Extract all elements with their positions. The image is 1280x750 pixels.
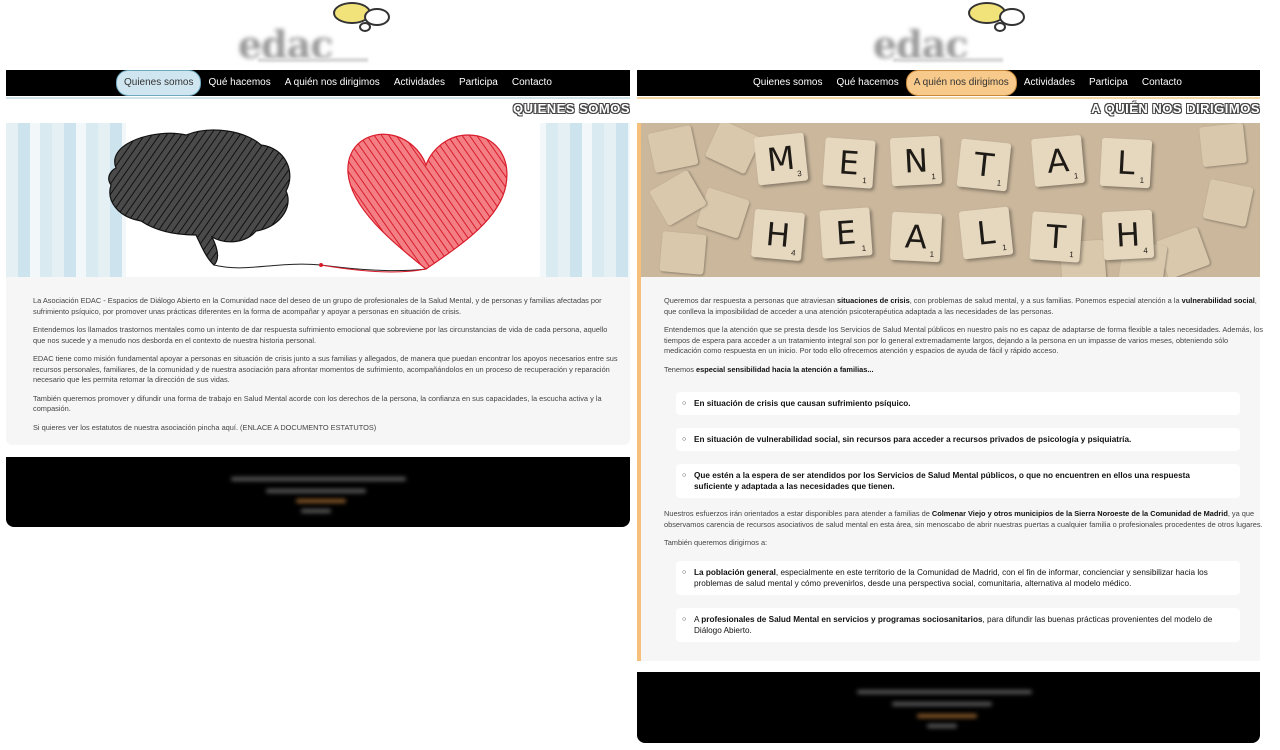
nav-divider [6,97,630,99]
scrabble-tiles-background [641,123,1260,277]
nav-list: Quienes somos Qué hacemos A quién nos di… [746,70,1189,96]
main-navigation: Quienes somos Qué hacemos A quién nos di… [6,70,630,96]
nav-list: Quienes somos Qué hacemos A quién nos di… [116,70,559,96]
paragraph-families: Tenemos especial sensibilidad hacia la a… [664,364,874,374]
list-item: La población general, especialmente en e… [676,561,1240,595]
footer-blurred [6,457,630,527]
about-text: La Asociación EDAC - Espacios de Diálogo… [33,296,618,441]
paragraph-also-address: También queremos dirigirnos a: [664,538,768,547]
brain-heart-illustration [108,129,508,273]
list-item: Que estén a la espera de ser atendidos p… [676,464,1240,498]
footer-blurred [637,672,1260,743]
list-item: A profesionales de Salud Mental en servi… [676,608,1240,642]
content-card: La Asociación EDAC - Espacios de Diálogo… [6,123,630,445]
nav-contacto[interactable]: Contacto [505,70,559,96]
paragraph-crisis: Queremos dar respuesta a personas que at… [664,296,1257,316]
nav-que-hacemos[interactable]: Qué hacemos [201,70,277,96]
nav-que-hacemos[interactable]: Qué hacemos [829,70,905,96]
nav-contacto[interactable]: Contacto [1135,70,1189,96]
thought-bubble-tiny-icon [994,22,1006,32]
nav-participa[interactable]: Participa [1082,70,1135,96]
intro-text: Queremos dar respuesta a personas que at… [664,296,1264,383]
list-item: En situación de vulnerabilidad social, s… [676,428,1240,451]
page-title: QUIENES SOMOS [512,101,630,116]
nav-quienes-somos[interactable]: Quienes somos [746,70,829,96]
nav-a-quien-nos-dirigimos[interactable]: A quién nos dirigimos [278,70,387,96]
about-paragraph-1: La Asociación EDAC - Espacios de Diálogo… [33,296,602,316]
edac-logo[interactable]: edac [238,2,408,67]
paragraph-area: Nuestros esfuerzos irán orientados a est… [664,509,1263,529]
thought-bubble-tiny-icon [359,22,371,32]
edac-logo[interactable]: edac [873,2,1043,67]
brain-icon [108,129,291,266]
about-paragraph-2: Entendemos los llamados trastornos menta… [33,325,608,345]
logo-tagline-blurred [893,58,1003,62]
logo-tagline-blurred [258,58,368,62]
nav-actividades[interactable]: Actividades [387,70,452,96]
about-paragraph-3: EDAC tiene como misión fundamental apoya… [33,354,618,384]
list-item: En situación de crisis que causan sufrim… [676,392,1240,415]
statutes-link-paragraph[interactable]: Si quieres ver los estatutos de nuestra … [33,423,618,434]
nav-a-quien-nos-dirigimos[interactable]: A quién nos dirigimos [905,70,1017,96]
heart-icon [347,133,508,270]
mental-health-banner: M3 E1 N1 T1 A1 L1 H4 E1 A1 L1 T1 H4 [641,123,1260,277]
content-card: M3 E1 N1 T1 A1 L1 H4 E1 A1 L1 T1 H4 Quer… [637,123,1263,661]
page-title: A QUIÉN NOS DIRIGIMOS [1091,101,1260,116]
about-paragraph-4: También queremos promover y difundir una… [33,393,602,414]
nav-participa[interactable]: Participa [452,70,505,96]
nav-quienes-somos[interactable]: Quienes somos [116,70,202,96]
nav-divider [637,97,1260,99]
focus-text: Nuestros esfuerzos irán orientados a est… [664,509,1264,557]
brain-heart-banner [6,123,630,277]
nav-actividades[interactable]: Actividades [1017,70,1082,96]
paragraph-public-services: Entendemos que la atención que se presta… [664,325,1264,355]
main-navigation: Quienes somos Qué hacemos A quién nos di… [637,70,1260,96]
